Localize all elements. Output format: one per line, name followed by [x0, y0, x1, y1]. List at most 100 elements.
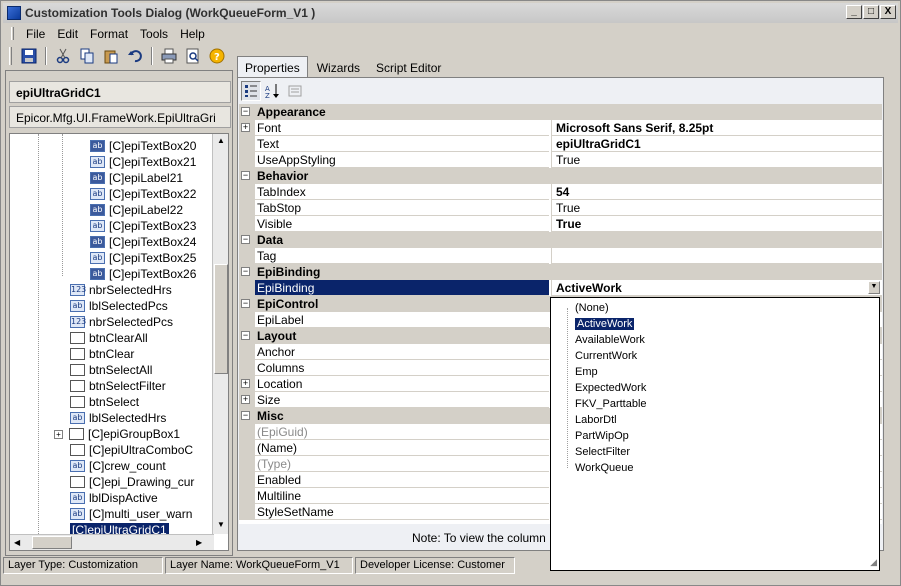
tree-item[interactable]: ab [C]crew_count	[70, 458, 166, 474]
property-value[interactable]: epiUltraGridC1	[551, 136, 882, 152]
tree-item[interactable]: ab [C]epiTextBox21	[90, 154, 196, 170]
collapse-icon[interactable]: −	[241, 235, 250, 244]
cut-icon[interactable]	[52, 45, 74, 67]
tree-item[interactable]: btnSelect	[70, 394, 139, 410]
dropdown-item[interactable]: ExpectedWork	[575, 380, 646, 396]
menu-format[interactable]: Format	[84, 27, 134, 41]
tree-item[interactable]: ab [C]epiLabel22	[90, 202, 183, 218]
property-category[interactable]: − Behavior	[239, 168, 882, 184]
tab-script-editor[interactable]: Script Editor	[369, 58, 448, 77]
property-row[interactable]: TabStop True	[239, 200, 882, 216]
copy-icon[interactable]	[76, 45, 98, 67]
dropdown-item[interactable]: (None)	[575, 300, 609, 316]
tree-item[interactable]: btnSelectFilter	[70, 378, 166, 394]
property-value[interactable]: True	[551, 152, 882, 168]
menu-tools[interactable]: Tools	[134, 27, 174, 41]
property-value[interactable]: Microsoft Sans Serif, 8.25pt	[551, 120, 882, 136]
expand-icon[interactable]: +	[54, 429, 63, 439]
property-row[interactable]: EpiBinding ActiveWork ▼	[239, 280, 882, 296]
tree-item[interactable]: ab lblDispActive	[70, 490, 158, 506]
collapse-icon[interactable]: −	[241, 171, 250, 180]
tree-item[interactable]: ab [C]epiTextBox22	[90, 186, 196, 202]
tree-item[interactable]: ab [C]epiTextBox20	[90, 138, 196, 154]
tree-item[interactable]: ab lblSelectedHrs	[70, 410, 166, 426]
scroll-left-icon[interactable]: ◀	[14, 538, 20, 547]
scroll-down-icon[interactable]: ▼	[217, 520, 225, 529]
tree-horizontal-scrollbar[interactable]: ◀ ▶	[10, 534, 214, 550]
dropdown-item[interactable]: AvailableWork	[575, 332, 645, 348]
epibinding-dropdown-list[interactable]: (None) ActiveWork AvailableWork CurrentWork…	[550, 297, 880, 571]
tree-item[interactable]: ab [C]multi_user_warn	[70, 506, 192, 522]
dropdown-arrow-icon[interactable]: ▼	[868, 281, 880, 294]
print-icon[interactable]	[158, 45, 180, 67]
minimize-button[interactable]: _	[846, 5, 862, 19]
collapse-icon[interactable]: −	[241, 411, 250, 420]
collapse-icon[interactable]: −	[241, 267, 250, 276]
property-row[interactable]: Text epiUltraGridC1	[239, 136, 882, 152]
scroll-right-icon[interactable]: ▶	[196, 538, 202, 547]
maximize-button[interactable]: □	[863, 5, 879, 19]
tree-item[interactable]: btnClear	[70, 346, 134, 362]
dropdown-item[interactable]: Emp	[575, 364, 598, 380]
scroll-thumb[interactable]	[214, 264, 228, 374]
tree-item[interactable]: ab [C]epiTextBox24	[90, 234, 196, 250]
scroll-thumb[interactable]	[32, 536, 72, 549]
control-tree[interactable]: ab [C]epiTextBox20 ab [C]epiTextBox21 ab [C]e…	[9, 133, 229, 551]
property-row[interactable]: Tag	[239, 248, 882, 264]
categorized-icon[interactable]	[241, 81, 261, 101]
property-category[interactable]: − Appearance	[239, 104, 882, 120]
tree-item[interactable]: ab [C]epiTextBox26	[90, 266, 196, 282]
dropdown-item[interactable]: LaborDtl	[575, 412, 617, 428]
dropdown-item[interactable]: CurrentWork	[575, 348, 637, 364]
collapse-icon[interactable]: −	[241, 107, 250, 116]
tree-item[interactable]: [C]epiUltraComboC	[70, 442, 193, 458]
menu-file[interactable]: File	[20, 27, 51, 41]
property-value[interactable]	[551, 248, 882, 264]
property-category[interactable]: − Data	[239, 232, 882, 248]
dropdown-item[interactable]: PartWipOp	[575, 428, 629, 444]
tree-item[interactable]: + [C]epiGroupBox1	[54, 426, 180, 442]
tree-item[interactable]: 123 nbrSelectedPcs	[70, 314, 173, 330]
tree-item[interactable]: 123 nbrSelectedHrs	[70, 282, 172, 298]
property-pages-icon[interactable]	[285, 81, 305, 101]
undo-icon[interactable]	[124, 45, 146, 67]
scroll-up-icon[interactable]: ▲	[217, 136, 225, 145]
dropdown-item[interactable]: ActiveWork	[575, 316, 635, 332]
tab-properties[interactable]: Properties	[237, 56, 308, 77]
help-icon[interactable]: ?	[206, 45, 228, 67]
menu-edit[interactable]: Edit	[51, 27, 84, 41]
title-bar[interactable]: Customization Tools Dialog (WorkQueueFor…	[3, 3, 898, 23]
tree-item[interactable]: ab lblSelectedPcs	[70, 298, 168, 314]
property-value[interactable]: True	[551, 200, 882, 216]
menu-help[interactable]: Help	[174, 27, 211, 41]
property-value[interactable]: ActiveWork	[551, 280, 882, 296]
save-icon[interactable]	[18, 45, 40, 67]
collapse-icon[interactable]: −	[241, 299, 250, 308]
alphabetical-icon[interactable]: AZ	[263, 81, 283, 101]
tree-item[interactable]: btnSelectAll	[70, 362, 152, 378]
dropdown-item[interactable]: SelectFilter	[575, 444, 630, 460]
property-category[interactable]: − EpiBinding	[239, 264, 882, 280]
tree-vertical-scrollbar[interactable]: ▲ ▼	[212, 134, 228, 534]
paste-icon[interactable]	[100, 45, 122, 67]
dropdown-item[interactable]: FKV_Parttable	[575, 396, 647, 412]
property-row[interactable]: UseAppStyling True	[239, 152, 882, 168]
tree-item[interactable]: ab [C]epiTextBox23	[90, 218, 196, 234]
collapse-icon[interactable]: −	[241, 331, 250, 340]
tree-item[interactable]: ab [C]epiLabel21	[90, 170, 183, 186]
tree-item[interactable]: [C]epi_Drawing_cur	[70, 474, 194, 490]
property-row[interactable]: TabIndex 54	[239, 184, 882, 200]
property-value[interactable]: 54	[551, 184, 882, 200]
expand-icon[interactable]: +	[241, 395, 250, 404]
expand-icon[interactable]: +	[241, 379, 250, 388]
expand-icon[interactable]: +	[241, 123, 250, 132]
close-button[interactable]: X	[880, 5, 896, 19]
tree-item[interactable]: ab [C]epiTextBox25	[90, 250, 196, 266]
dropdown-item[interactable]: WorkQueue	[575, 460, 634, 476]
print-preview-icon[interactable]	[182, 45, 204, 67]
property-row[interactable]: Visible True	[239, 216, 882, 232]
tab-wizards[interactable]: Wizards	[310, 58, 367, 77]
tree-item[interactable]: btnClearAll	[70, 330, 148, 346]
property-value[interactable]: True	[551, 216, 882, 232]
property-row[interactable]: + Font Microsoft Sans Serif, 8.25pt	[239, 120, 882, 136]
